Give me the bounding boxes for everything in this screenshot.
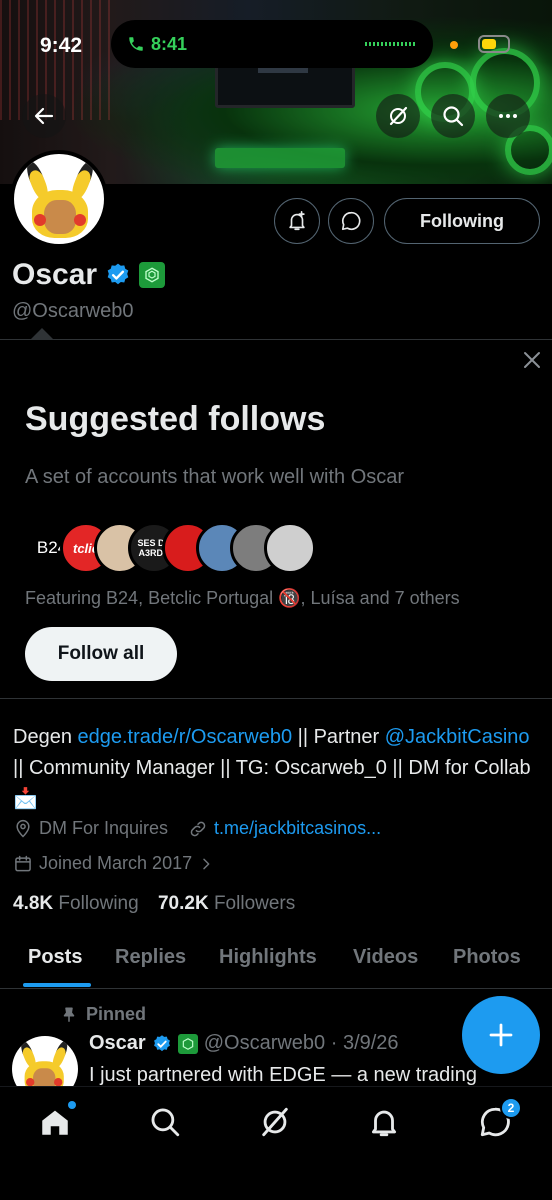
bottom-navigation: 2 xyxy=(0,1086,552,1200)
message-button[interactable] xyxy=(328,198,374,244)
following-count: 4.8K xyxy=(13,893,54,914)
section-divider xyxy=(0,339,552,340)
bell-icon[interactable] xyxy=(367,1105,401,1139)
followers-count: 70.2K xyxy=(157,893,209,914)
more-button[interactable] xyxy=(486,94,530,138)
followers-label: Followers xyxy=(213,893,296,914)
affiliate-badge-icon[interactable] xyxy=(139,262,166,288)
profile-tabs: Posts Replies Highlights Videos Photos xyxy=(0,940,552,988)
call-indicator: 8:41 xyxy=(127,30,187,58)
pikachu-dog-image xyxy=(14,154,104,244)
search-button[interactable] xyxy=(431,94,475,138)
bell-plus-icon xyxy=(289,211,305,231)
profile-name-row: Oscar xyxy=(12,258,166,292)
location-pin-icon xyxy=(16,819,30,838)
profile-joined: Joined March 2017 xyxy=(39,853,193,873)
verified-badge-icon xyxy=(153,1034,170,1051)
more-horizontal-icon xyxy=(499,114,517,118)
battery-icon xyxy=(478,35,510,53)
post-text[interactable]: I just partnered with EDGE — a new tradi… xyxy=(89,1064,477,1087)
grok-button[interactable] xyxy=(376,94,420,138)
suggested-avatar-stack[interactable]: B24 tclic SES DE A3RDA xyxy=(26,522,326,574)
home-unread-dot xyxy=(68,1101,76,1109)
following-label: Following xyxy=(58,893,139,914)
bio-text: || Community Manager || TG: Oscarweb_0 |… xyxy=(13,757,531,810)
dynamic-island[interactable]: 8:41 xyxy=(111,20,433,68)
pointer-caret xyxy=(30,328,54,340)
post-author-name: Oscar xyxy=(89,1032,146,1054)
profile-avatar[interactable] xyxy=(10,150,108,248)
tabs-divider xyxy=(0,988,552,989)
following-button[interactable]: Following xyxy=(384,198,540,244)
phone-icon xyxy=(129,37,143,51)
camera-indicator xyxy=(450,41,458,49)
post-header[interactable]: Oscar @Oscarweb0 · 3/9/26 xyxy=(89,1032,399,1055)
grok-icon[interactable] xyxy=(258,1105,292,1139)
compose-post-button[interactable] xyxy=(462,996,540,1074)
section-divider xyxy=(0,698,552,699)
profile-website[interactable]: t.me/jackbitcasinos... xyxy=(214,818,381,839)
chevron-right-icon xyxy=(203,858,210,869)
notifications-subscribe-button[interactable] xyxy=(274,198,320,244)
affiliate-badge-icon xyxy=(177,1033,198,1054)
close-icon[interactable] xyxy=(520,348,544,372)
avatar-person xyxy=(264,522,316,574)
grok-icon xyxy=(389,106,408,126)
tab-photos[interactable]: Photos xyxy=(453,946,521,969)
followers-stat[interactable]: 70.2K Followers xyxy=(158,893,295,914)
suggested-subtitle: A set of accounts that work well with Os… xyxy=(25,466,405,488)
bio-text: Degen xyxy=(13,726,78,748)
tab-highlights[interactable]: Highlights xyxy=(219,946,317,969)
home-icon[interactable] xyxy=(38,1105,72,1139)
arrow-left-icon xyxy=(34,107,54,125)
call-time: 8:41 xyxy=(150,33,187,54)
plus-icon xyxy=(489,1023,513,1047)
bio-text: || Partner xyxy=(292,726,385,748)
follow-all-button[interactable]: Follow all xyxy=(25,627,177,681)
status-bar: 9:42 8:41 xyxy=(0,20,552,70)
verified-badge-icon[interactable] xyxy=(105,262,131,288)
pin-icon xyxy=(63,1007,75,1022)
tab-posts[interactable]: Posts xyxy=(28,946,82,969)
profile-joined-row[interactable]: Joined March 2017 xyxy=(13,853,214,874)
pinned-label-row: Pinned xyxy=(60,1004,146,1025)
profile-meta-row: DM For Inquires t.me/jackbitcasinos... xyxy=(13,818,381,839)
chat-bubble-icon xyxy=(341,211,361,231)
back-button[interactable] xyxy=(22,94,66,138)
tab-videos[interactable]: Videos xyxy=(353,946,418,969)
bio-mention-jackbit[interactable]: @JackbitCasino xyxy=(385,726,530,748)
bio-link-edge[interactable]: edge.trade/r/Oscarweb0 xyxy=(78,726,293,748)
status-time: 9:42 xyxy=(40,34,83,57)
profile-stats: 4.8K Following 70.2K Followers xyxy=(13,893,295,915)
calendar-icon xyxy=(15,855,31,871)
following-stat[interactable]: 4.8K Following xyxy=(13,893,139,914)
profile-location: DM For Inquires xyxy=(39,818,169,838)
search-icon[interactable] xyxy=(148,1105,182,1139)
profile-handle: @Oscarweb0 xyxy=(12,300,134,322)
search-icon xyxy=(443,106,464,127)
post-handle-date: @Oscarweb0 · 3/9/26 xyxy=(203,1032,399,1054)
tab-replies[interactable]: Replies xyxy=(115,946,186,969)
link-icon xyxy=(190,821,206,836)
profile-bio: Degen edge.trade/r/Oscarweb0 || Partner … xyxy=(13,722,533,815)
audio-waveform xyxy=(365,42,415,46)
pinned-label: Pinned xyxy=(86,1004,147,1024)
active-tab-indicator xyxy=(23,983,91,987)
messages-badge: 2 xyxy=(500,1097,522,1119)
featuring-text: Featuring B24, Betclic Portugal 🔞, Luísa… xyxy=(25,588,460,608)
profile-name: Oscar xyxy=(12,258,98,291)
suggested-title: Suggested follows xyxy=(25,400,326,438)
